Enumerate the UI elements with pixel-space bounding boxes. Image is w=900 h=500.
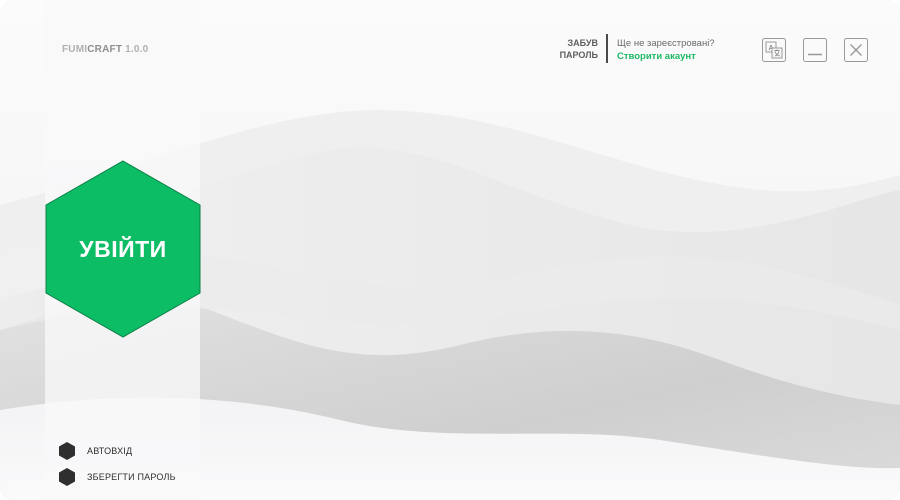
create-account-link[interactable]: Створити акаунт: [617, 50, 715, 63]
autologin-label: АВТОВХІД: [87, 446, 133, 456]
app-brand: FUMICRAFT 1.0.0: [62, 44, 148, 55]
not-registered-text: Ще не зареєстровані?: [617, 38, 715, 49]
forgot-password-link[interactable]: ЗАБУВ ПАРОЛЬ: [548, 37, 598, 61]
save-password-option[interactable]: ЗБЕРЕГТИ ПАРОЛЬ: [58, 468, 176, 486]
language-button[interactable]: A: [762, 38, 786, 62]
hexagon-checkbox-icon: [59, 442, 75, 460]
launcher-window: FUMICRAFT 1.0.0 УВІЙТИ ЗАБУВ ПАРОЛЬ Ще н…: [0, 0, 900, 500]
hexagon-checkbox-icon: [59, 468, 75, 486]
autologin-option[interactable]: АВТОВХІД: [58, 442, 132, 460]
minimize-icon: [803, 38, 827, 62]
hexagon-icon: [45, 160, 201, 338]
brand-name-bold: CRAFT: [87, 44, 123, 55]
header-divider: [606, 34, 608, 63]
register-block: Ще не зареєстровані? Створити акаунт: [617, 37, 715, 63]
app-version: 1.0.0: [125, 44, 149, 55]
save-password-label: ЗБЕРЕГТИ ПАРОЛЬ: [87, 472, 176, 482]
forgot-password-line2: ПАРОЛЬ: [559, 50, 598, 60]
close-button[interactable]: [844, 38, 868, 62]
brand-name-light: FUMI: [62, 44, 88, 55]
close-icon: [844, 38, 868, 62]
minimize-button[interactable]: [803, 38, 827, 62]
forgot-password-line1: ЗАБУВ: [567, 38, 598, 48]
translate-icon: A: [762, 38, 786, 62]
login-button[interactable]: УВІЙТИ: [44, 160, 202, 338]
